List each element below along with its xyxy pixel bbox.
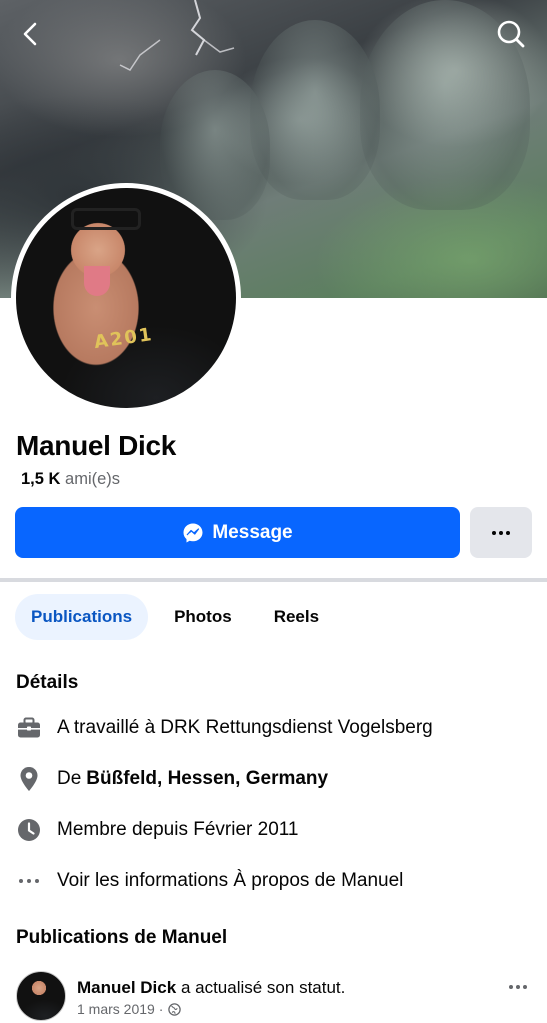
work-place: DRK Rettungsdienst Vogelsberg <box>160 717 433 738</box>
posts-heading: Publications de Manuel <box>16 927 228 948</box>
avatar-shirt-print: A201 <box>92 323 155 354</box>
from-prefix: De <box>57 768 82 789</box>
more-dots-icon <box>509 985 527 989</box>
globe-icon <box>168 1002 182 1016</box>
post-header: Manuel Dick a actualisé son statut. <box>77 978 345 998</box>
post-author-avatar[interactable] <box>16 971 66 1021</box>
detail-member-since: Membre depuis Février 2011 <box>16 815 298 845</box>
chevron-left-icon <box>23 22 37 46</box>
briefcase-icon <box>16 717 42 739</box>
profile-tabs: Publications Photos Reels <box>15 594 345 640</box>
clock-icon <box>16 818 42 842</box>
profile-name: Manuel Dick <box>16 430 177 461</box>
post-author-name[interactable]: Manuel Dick <box>77 978 176 997</box>
location-pin-icon <box>16 766 42 792</box>
details-heading: Détails <box>16 672 79 693</box>
detail-location[interactable]: De Büßfeld, Hessen, Germany <box>16 764 328 794</box>
tab-photos[interactable]: Photos <box>158 594 248 640</box>
tab-reels[interactable]: Reels <box>258 594 335 640</box>
post-action-text: a actualisé son statut. <box>180 978 346 997</box>
friends-count[interactable]: 1,5 K ami(e)s <box>21 470 120 489</box>
section-divider <box>0 578 547 582</box>
about-link-text: Voir les informations À propos de Manuel <box>57 870 404 891</box>
more-dots-icon <box>492 530 510 535</box>
friends-count-label: ami(e)s <box>65 470 121 488</box>
post-meta: 1 mars 2019 · <box>77 1001 182 1017</box>
cover-figure-2 <box>250 20 380 200</box>
detail-about-link[interactable]: Voir les informations À propos de Manuel <box>16 866 403 896</box>
dots-icon <box>16 878 42 884</box>
work-prefix: A travaillé à <box>57 717 156 738</box>
avatar-glasses <box>71 208 141 230</box>
more-options-button[interactable] <box>470 507 532 558</box>
tab-publications[interactable]: Publications <box>15 594 149 640</box>
from-place: Büßfeld, Hessen, Germany <box>86 768 329 789</box>
member-since-text: Membre depuis Février 2011 <box>57 819 299 840</box>
detail-work[interactable]: A travaillé à DRK Rettungsdienst Vogelsb… <box>16 713 433 743</box>
avatar-detail <box>84 266 110 296</box>
message-button-label: Message <box>212 521 293 543</box>
back-button[interactable] <box>10 14 50 54</box>
profile-picture[interactable]: A201 <box>11 183 241 413</box>
post-options-button[interactable] <box>500 972 536 1002</box>
search-icon <box>497 20 525 48</box>
message-button[interactable]: Message <box>15 507 460 558</box>
post-date[interactable]: 1 mars 2019 · <box>77 1001 163 1017</box>
search-button[interactable] <box>491 14 531 54</box>
friends-count-value: 1,5 K <box>21 470 61 488</box>
messenger-icon <box>182 522 204 544</box>
